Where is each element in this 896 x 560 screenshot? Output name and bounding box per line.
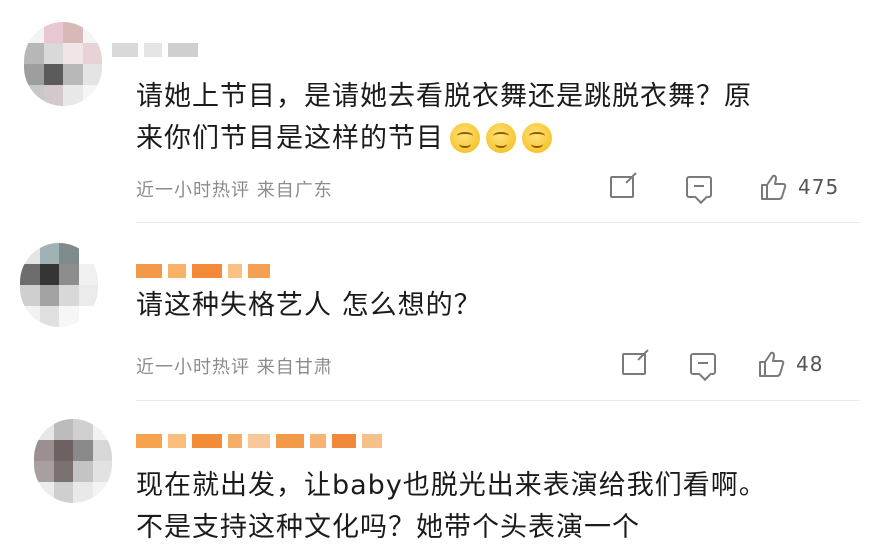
avatar-mosaic-cell [20, 306, 40, 327]
comment-line: 不是支持这种文化吗？她带个头表演一个 [136, 512, 640, 543]
avatar-mosaic-cell [78, 306, 98, 327]
username-mosaic-block [144, 43, 162, 57]
share-icon[interactable] [622, 353, 646, 375]
avatar-mosaic-cell [43, 43, 63, 64]
avatar-mosaic-cell [92, 461, 112, 482]
avatar-mosaic-cell [24, 85, 44, 106]
avatar-mosaic-cell [78, 285, 98, 306]
avatar-mosaic-cell [82, 85, 102, 106]
comment-item: 现在就出发，让baby也脱光出来表演给我们看啊。 不是支持这种文化吗？她带个头表… [0, 401, 896, 560]
avatar-mosaic-cell [82, 64, 102, 85]
avatar-mosaic-cell [24, 22, 44, 43]
avatar-mosaic-cell [63, 22, 83, 43]
avatar-mosaic-cell [43, 85, 63, 106]
avatar-mosaic-cell [34, 440, 54, 461]
thumbs-up-icon[interactable] [758, 172, 788, 202]
shy-grin-emoji-icon [522, 123, 552, 153]
avatar-mosaic-cell [43, 22, 63, 43]
avatar-mosaic-cell [92, 419, 112, 440]
username-mosaic-block [248, 434, 270, 448]
avatar-mosaic-cell [59, 306, 79, 327]
avatar-mosaic-cell [78, 264, 98, 285]
comment-text: 现在就出发，让baby也脱光出来表演给我们看啊。 不是支持这种文化吗？她带个头表… [136, 465, 767, 549]
username-mosaic-block [332, 434, 356, 448]
comment-meta: 近一小时热评 来自广东 [136, 180, 333, 201]
avatar-mosaic-cell [59, 285, 79, 306]
username-mosaic-block [228, 434, 242, 448]
username-mosaic-block [192, 264, 222, 278]
comment-line: 请她上节目，是请她去看脱衣舞还是跳脱衣舞？原 [136, 81, 752, 112]
avatar-mosaic-cell [39, 264, 59, 285]
username-blurred[interactable] [136, 433, 382, 449]
username-mosaic-block [192, 434, 222, 448]
avatar-mosaic-cell [43, 64, 63, 85]
avatar-mosaic-cell [73, 419, 93, 440]
comment-text: 请这种失格艺人 怎么想的？ [136, 285, 482, 327]
avatar-mosaic-cell [78, 243, 98, 264]
avatar[interactable] [20, 243, 98, 327]
username-mosaic-block [276, 434, 304, 448]
comment-item: 请这种失格艺人 怎么想的？ 近一小时热评 来自甘肃 48 [0, 223, 896, 400]
avatar-mosaic-cell [73, 482, 93, 503]
avatar-mosaic-cell [53, 482, 73, 503]
username-mosaic-block [362, 434, 382, 448]
username-blurred[interactable] [136, 263, 270, 279]
username-blurred[interactable] [112, 42, 198, 58]
avatar-mosaic-cell [92, 440, 112, 461]
avatar-mosaic-cell [24, 43, 44, 64]
comment-line: 来你们节目是这样的节目 [136, 123, 444, 154]
comment-line: 请这种失格艺人 怎么想的？ [136, 290, 482, 321]
avatar-mosaic-cell [63, 43, 83, 64]
avatar-mosaic-cell [59, 264, 79, 285]
comment-meta: 近一小时热评 来自甘肃 [136, 357, 333, 378]
thumbs-up-icon[interactable] [756, 349, 786, 379]
username-mosaic-block [168, 434, 186, 448]
username-mosaic-block [168, 264, 186, 278]
avatar-mosaic-cell [20, 243, 40, 264]
username-mosaic-block [112, 43, 138, 57]
comment-line: 现在就出发，让baby也脱光出来表演给我们看啊。 [136, 470, 767, 501]
avatar-mosaic-cell [53, 440, 73, 461]
username-mosaic-block [228, 264, 242, 278]
avatar-mosaic-cell [63, 64, 83, 85]
avatar-mosaic-cell [39, 243, 59, 264]
shy-grin-emoji-icon [486, 123, 516, 153]
avatar-mosaic-cell [73, 461, 93, 482]
avatar-mosaic-cell [53, 461, 73, 482]
avatar-mosaic-cell [39, 306, 59, 327]
avatar-mosaic-cell [34, 419, 54, 440]
avatar-mosaic-cell [20, 285, 40, 306]
avatar-mosaic-cell [20, 264, 40, 285]
avatar-mosaic-cell [53, 419, 73, 440]
comment-actions: 48 [622, 349, 823, 379]
comment-line-with-emoji: 来你们节目是这样的节目 [136, 118, 752, 160]
avatar-mosaic-cell [82, 43, 102, 64]
share-icon[interactable] [610, 176, 634, 198]
username-mosaic-block [136, 434, 162, 448]
avatar-mosaic-cell [24, 64, 44, 85]
avatar-mosaic-cell [82, 22, 102, 43]
username-mosaic-block [310, 434, 326, 448]
avatar-mosaic-cell [34, 461, 54, 482]
username-mosaic-block [136, 264, 162, 278]
avatar[interactable] [34, 419, 112, 503]
comment-text: 请她上节目，是请她去看脱衣舞还是跳脱衣舞？原 来你们节目是这样的节目 [136, 76, 752, 160]
comment-icon[interactable] [686, 176, 712, 198]
avatar-mosaic-cell [92, 482, 112, 503]
avatar[interactable] [24, 22, 102, 106]
like-count: 48 [796, 352, 824, 376]
avatar-mosaic-cell [34, 482, 54, 503]
avatar-mosaic-cell [73, 440, 93, 461]
avatar-mosaic-cell [63, 85, 83, 106]
comment-actions: 475 [610, 172, 839, 202]
username-mosaic-block [248, 264, 270, 278]
username-mosaic-block [168, 43, 198, 57]
like-count: 475 [798, 175, 840, 199]
avatar-mosaic-cell [39, 285, 59, 306]
comment-item: 请她上节目，是请她去看脱衣舞还是跳脱衣舞？原 来你们节目是这样的节目 近一小时热… [0, 0, 896, 222]
comment-icon[interactable] [690, 353, 716, 375]
avatar-mosaic-cell [59, 243, 79, 264]
shy-grin-emoji-icon [450, 123, 480, 153]
